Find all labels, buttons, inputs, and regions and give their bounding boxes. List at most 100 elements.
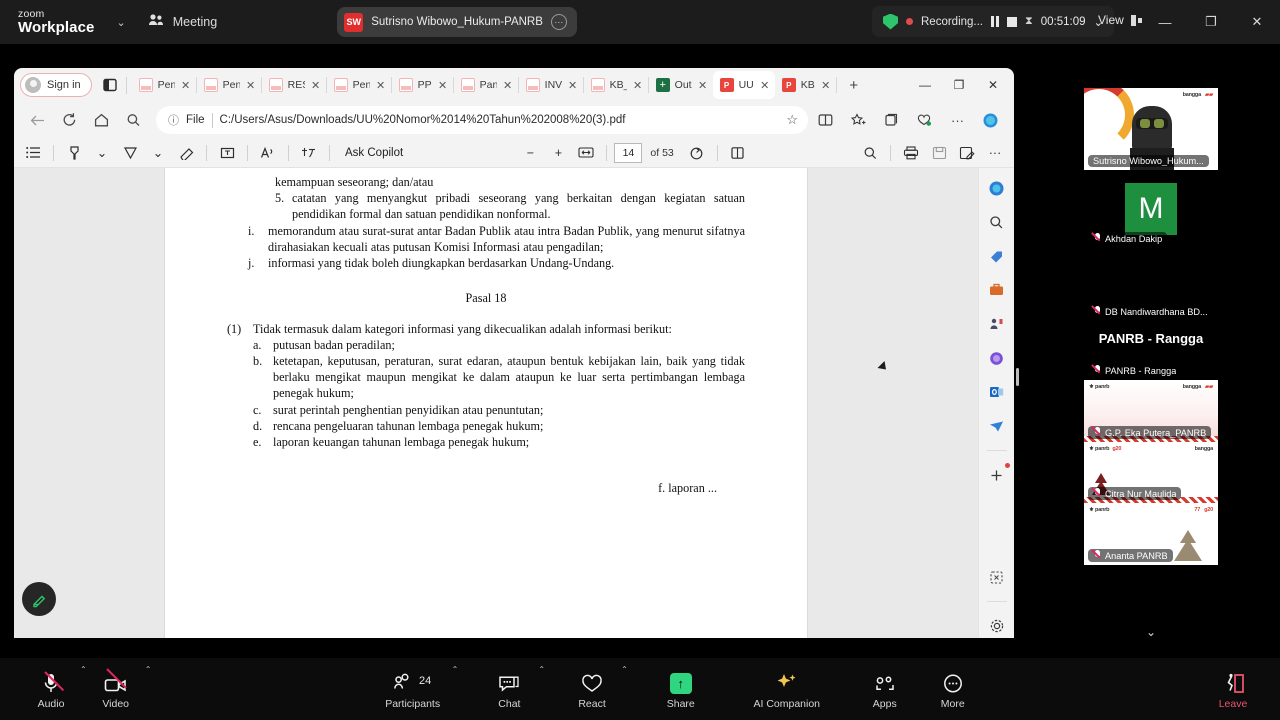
split-screen-icon[interactable]: [810, 106, 841, 134]
gallery-scroll-down-button[interactable]: ⌄: [1084, 622, 1218, 642]
add-favorite-icon[interactable]: [843, 106, 874, 134]
page-number-input[interactable]: 14: [614, 142, 643, 163]
video-options-chevron-icon[interactable]: ⌃: [145, 665, 152, 674]
add-text-icon[interactable]: [214, 141, 240, 165]
chevron-down-icon[interactable]: ⌄: [145, 141, 171, 165]
pause-recording-icon[interactable]: [991, 16, 1000, 27]
ink-annotation-button[interactable]: [22, 582, 56, 616]
audio-button[interactable]: Audio: [22, 669, 80, 710]
participant-tile[interactable]: PANRB - Rangga PANRB - Rangga: [1084, 321, 1218, 380]
more-button[interactable]: More: [924, 669, 982, 710]
react-button[interactable]: React: [563, 669, 621, 710]
participants-button[interactable]: 24 Participants: [374, 669, 452, 710]
outlook-icon[interactable]: [985, 380, 1009, 404]
save-icon[interactable]: [926, 141, 952, 165]
browser-tab[interactable]: INV ✕: [519, 71, 583, 99]
browser-tab[interactable]: KB_ ✕: [584, 71, 648, 99]
ai-companion-button[interactable]: AI Companion: [742, 669, 832, 710]
save-as-icon[interactable]: [954, 141, 980, 165]
customize-sidebar-icon[interactable]: [985, 565, 1009, 589]
browser-tab[interactable]: Pen ✕: [197, 71, 261, 99]
restore-icon[interactable]: ❐: [942, 70, 976, 100]
search-icon[interactable]: [118, 106, 148, 134]
participant-tile[interactable]: DB Nandiwardhana BD...: [1084, 248, 1218, 321]
close-icon[interactable]: ✕: [437, 79, 449, 92]
home-button[interactable]: [86, 106, 116, 134]
browser-tab[interactable]: Pen ✕: [327, 71, 391, 99]
rotate-icon[interactable]: [684, 141, 710, 165]
chat-button[interactable]: Chat: [480, 669, 538, 710]
browser-tab[interactable]: KB ✕: [775, 71, 836, 99]
restore-icon[interactable]: ❐: [1188, 0, 1234, 44]
collections-icon[interactable]: [876, 106, 907, 134]
refresh-button[interactable]: [54, 106, 84, 134]
chevron-down-icon[interactable]: ⌄: [89, 141, 115, 165]
new-tab-button[interactable]: +: [841, 72, 867, 98]
microsoft-365-icon[interactable]: [985, 346, 1009, 370]
address-input[interactable]: ⓘ File C:/Users/Asus/Downloads/UU%20Nomo…: [156, 106, 808, 134]
participant-tile[interactable]: M Akhdan Dakip: [1084, 170, 1218, 248]
leave-button[interactable]: Leave: [1204, 669, 1262, 710]
participant-tile[interactable]: ⚜ panrb bangga ▰▰ G.P. Eka Putera_PANRB: [1084, 380, 1218, 442]
active-meeting-tab[interactable]: SW Sutrisno Wibowo_Hukum-PANRB ···: [337, 7, 577, 37]
close-icon[interactable]: ✕: [375, 79, 387, 92]
copilot-icon[interactable]: [985, 176, 1009, 200]
window-split-handle[interactable]: [1016, 368, 1019, 386]
translate-icon[interactable]: [296, 141, 322, 165]
gear-icon[interactable]: [985, 614, 1009, 638]
sign-in-button[interactable]: Sign in: [20, 73, 92, 97]
browser-tab[interactable]: Pan ✕: [454, 71, 518, 99]
browser-tab-active[interactable]: UU ✕: [712, 71, 775, 99]
ellipsis-icon[interactable]: ···: [550, 14, 567, 30]
react-options-chevron-icon[interactable]: ⌃: [621, 665, 628, 674]
browser-tab[interactable]: Out ✕: [649, 71, 713, 99]
close-icon[interactable]: ✕: [697, 79, 709, 92]
audio-options-chevron-icon[interactable]: ⌃: [80, 665, 87, 674]
tools-briefcase-icon[interactable]: [985, 278, 1009, 302]
browser-more-icon[interactable]: ···: [942, 106, 973, 134]
browser-tab[interactable]: RES ✕: [262, 71, 326, 99]
eraser-icon[interactable]: [173, 141, 199, 165]
drop-telegram-icon[interactable]: [985, 414, 1009, 438]
close-icon[interactable]: ✕: [976, 70, 1010, 100]
close-icon[interactable]: ✕: [180, 79, 192, 92]
close-icon[interactable]: ✕: [502, 79, 514, 92]
close-icon[interactable]: ✕: [632, 79, 644, 92]
browser-tab[interactable]: PP ✕: [392, 71, 453, 99]
shopping-tag-icon[interactable]: [985, 244, 1009, 268]
minimize-icon[interactable]: —: [1142, 0, 1188, 44]
participant-tile[interactable]: ⚜ panrb g20 bangga Citra Nur Maulida: [1084, 442, 1218, 503]
print-icon[interactable]: [898, 141, 924, 165]
close-icon[interactable]: ✕: [567, 79, 579, 92]
find-in-page-icon[interactable]: [857, 141, 883, 165]
close-icon[interactable]: ✕: [310, 79, 322, 92]
tab-actions-icon[interactable]: [99, 74, 121, 96]
info-icon[interactable]: ⓘ: [168, 112, 179, 128]
underline-tool-icon[interactable]: [117, 141, 143, 165]
fit-page-icon[interactable]: [573, 141, 599, 165]
browser-tab[interactable]: Pen ✕: [132, 71, 196, 99]
participant-tile[interactable]: ⚜ panrb 77 g20 Ananta PANRB: [1084, 503, 1218, 565]
zoom-out-button[interactable]: −: [517, 141, 543, 165]
participant-tile[interactable]: bangga ▰▰ Sutrisno Wibowo_Hukum...: [1084, 88, 1218, 170]
participants-options-chevron-icon[interactable]: ⌃: [452, 665, 459, 674]
close-icon[interactable]: ✕: [245, 79, 257, 92]
table-of-contents-icon[interactable]: [20, 141, 46, 165]
chat-options-chevron-icon[interactable]: ⌃: [538, 665, 545, 674]
close-icon[interactable]: ✕: [1234, 0, 1280, 44]
zoom-in-button[interactable]: +: [545, 141, 571, 165]
share-screen-button[interactable]: ↑ Share: [652, 669, 710, 710]
minimize-icon[interactable]: —: [908, 70, 942, 100]
search-icon[interactable]: [985, 210, 1009, 234]
copilot-icon[interactable]: [975, 106, 1006, 134]
stop-recording-icon[interactable]: [1007, 16, 1018, 27]
highlighter-icon[interactable]: [61, 141, 87, 165]
close-icon[interactable]: ✕: [759, 79, 771, 92]
view-button[interactable]: View: [1098, 13, 1142, 27]
page-view-icon[interactable]: [725, 141, 751, 165]
video-button[interactable]: Video: [87, 667, 145, 710]
browser-essentials-icon[interactable]: [909, 106, 940, 134]
close-icon[interactable]: ✕: [820, 79, 832, 92]
chevron-down-icon[interactable]: ⌄: [117, 16, 126, 29]
back-button[interactable]: [22, 106, 52, 134]
